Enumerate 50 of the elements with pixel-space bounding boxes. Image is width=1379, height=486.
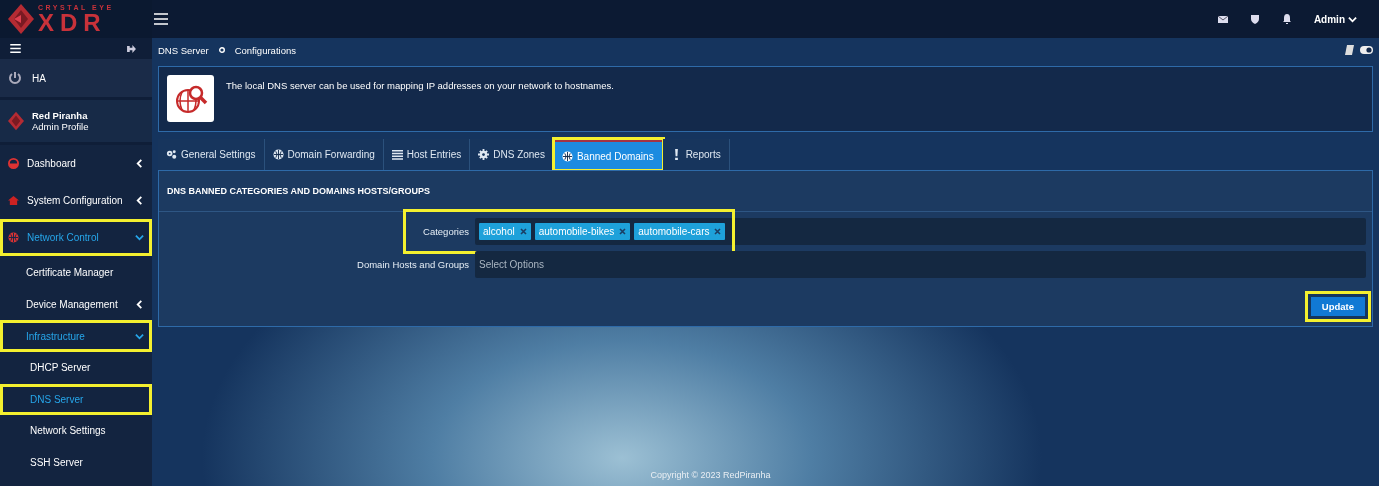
close-icon[interactable]	[714, 228, 722, 235]
menu-icon[interactable]	[154, 13, 168, 25]
field-label: Domain Hosts and Groups	[356, 259, 469, 270]
user-menu[interactable]: Admin	[1313, 13, 1357, 25]
list-icon	[391, 149, 403, 160]
sidebar-item[interactable]: System Configuration	[0, 182, 152, 219]
breadcrumb-item: Configurations	[234, 44, 296, 56]
sidebar-item[interactable]: Device Management	[0, 288, 152, 320]
gear-icon	[478, 149, 490, 160]
logo-text: XDR	[38, 10, 107, 35]
profile-role: Admin Profile	[32, 121, 89, 132]
toggle-icon[interactable]	[1360, 46, 1373, 54]
logo-icon	[8, 4, 34, 34]
globe-icon	[8, 232, 19, 243]
power-icon[interactable]	[8, 71, 22, 85]
sidebar-item[interactable]: Dashboard	[0, 145, 152, 182]
copyright-text: Copyright © 2023 RedPiranha	[649, 470, 772, 482]
shield-icon[interactable]	[1249, 14, 1260, 24]
logo-icon	[8, 110, 24, 132]
close-icon[interactable]	[619, 228, 627, 235]
sidebar-item[interactable]: Certificate Manager	[0, 256, 152, 288]
home-icon	[8, 195, 19, 206]
tab[interactable]: Banned Domains	[553, 139, 663, 170]
chevron-icon	[1348, 14, 1357, 24]
sidebar-item[interactable]: DHCP Server	[0, 352, 152, 384]
sidebar-item[interactable]: Infrastructure	[0, 320, 152, 352]
sidebar-item[interactable]: Network Settings	[0, 415, 152, 447]
domain-hosts-field[interactable]: Select Options	[475, 251, 1366, 278]
circle-icon	[218, 47, 225, 53]
ha-label: HA	[32, 72, 46, 84]
breadcrumb-item[interactable]: DNS Server	[158, 44, 209, 56]
sidebar-item[interactable]: SSH Server	[0, 446, 152, 478]
book-icon[interactable]	[1345, 45, 1354, 55]
close-icon[interactable]	[519, 228, 527, 235]
globe-icon	[561, 150, 573, 162]
sign-out-icon[interactable]	[127, 44, 136, 53]
sidebar-item[interactable]: Network Control	[0, 219, 152, 256]
globe-icon	[272, 149, 284, 160]
update-button[interactable]: Update	[1304, 291, 1371, 322]
gears-icon	[166, 149, 177, 160]
bell-icon[interactable]	[1281, 14, 1292, 24]
mail-icon[interactable]	[1217, 14, 1228, 24]
sidebar-item[interactable]: DNS Server	[0, 383, 152, 415]
field-label: Categories	[422, 226, 469, 237]
panel-title: DNS BANNED CATEGORIES AND DOMAINS HOSTS/GROUPS	[159, 171, 1372, 212]
dashboard-icon	[8, 158, 19, 169]
description-text: The local DNS server can be used for mapping IP addresses on your network to hostnames.	[226, 79, 614, 93]
tab[interactable]: Reports	[662, 139, 730, 170]
profile-name: Red Piranha	[32, 110, 89, 121]
menu-icon[interactable]	[10, 44, 21, 53]
